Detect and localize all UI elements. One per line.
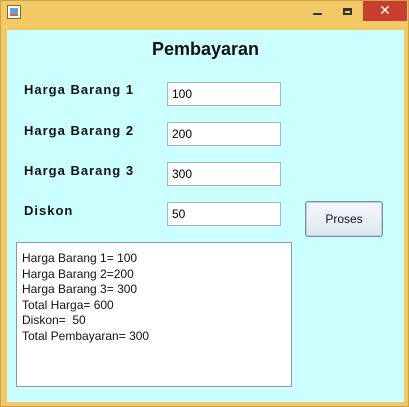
page-title: Pembayaran: [151, 39, 260, 59]
app-window: ✕ Pembayaran Harga Barang 1 Harga Barang…: [0, 0, 409, 407]
label-diskon: Diskon: [24, 203, 74, 218]
label-harga-barang-2: Harga Barang 2: [24, 123, 135, 138]
harga-barang-1-input[interactable]: [167, 82, 281, 106]
minimize-icon: [312, 13, 322, 15]
label-harga-barang-1: Harga Barang 1: [24, 82, 135, 97]
harga-barang-3-input[interactable]: [167, 162, 281, 186]
result-line: Total Pembayaran= 300: [22, 328, 150, 343]
minimize-button[interactable]: [303, 1, 331, 21]
result-line: Harga Barang 3= 300: [22, 282, 138, 296]
result-line: Harga Barang 2=200: [22, 266, 134, 281]
result-line: Harga Barang 1= 100: [22, 251, 138, 265]
harga-barang-2-input[interactable]: [167, 122, 281, 146]
result-line: Diskon= 50: [22, 313, 86, 327]
diskon-input[interactable]: [167, 202, 281, 226]
label-harga-barang-3: Harga Barang 3: [24, 163, 135, 178]
close-button[interactable]: ✕: [363, 1, 407, 21]
result-line: Total Harga= 600: [22, 297, 114, 312]
maximize-icon: [342, 7, 352, 15]
form-panel: Pembayaran Harga Barang 1 Harga Barang 2…: [7, 30, 404, 402]
proses-button[interactable]: Proses: [305, 201, 383, 237]
maximize-button[interactable]: [333, 1, 361, 21]
close-icon: ✕: [379, 3, 391, 19]
result-textarea[interactable]: Harga Barang 1= 100 Harga Barang 2=200 H…: [16, 242, 292, 387]
java-app-icon: [7, 5, 21, 19]
title-bar[interactable]: ✕: [1, 1, 408, 23]
